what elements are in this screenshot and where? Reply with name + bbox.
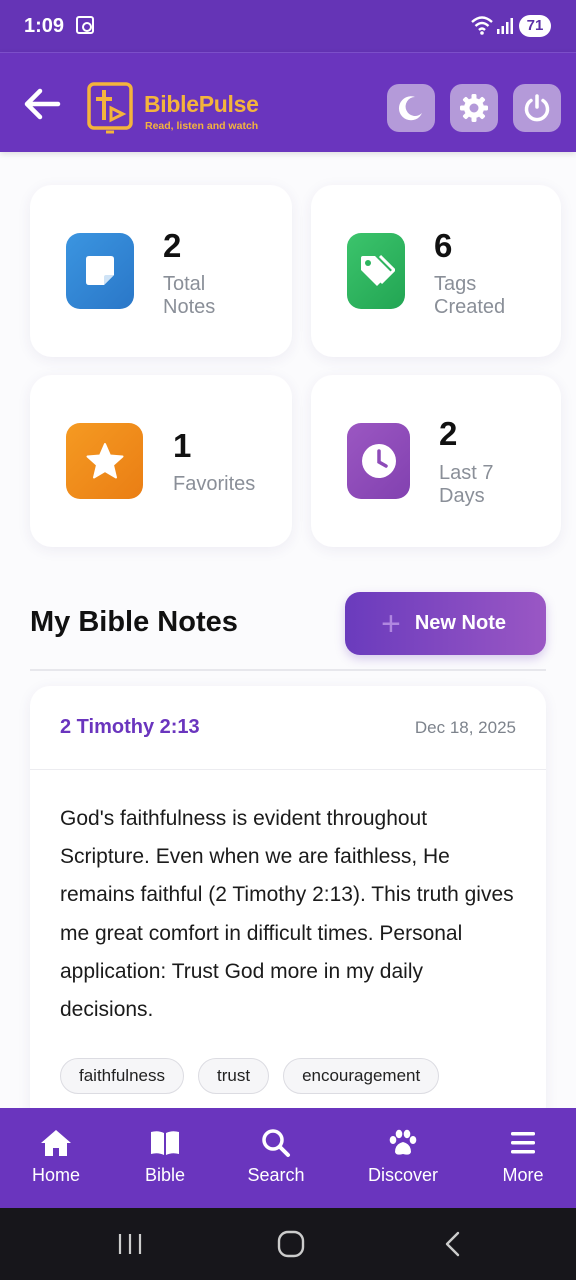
stat-value: 1 <box>173 427 192 464</box>
screenshot-indicator-icon <box>76 16 94 34</box>
stat-value: 2 <box>439 415 458 452</box>
home-icon <box>41 1130 71 1156</box>
nav-discover[interactable]: Discover <box>363 1108 443 1208</box>
bottom-navigation: Home Bible Search Discover More <box>0 1108 576 1208</box>
signal-icon <box>497 18 513 34</box>
battery-badge: 71 <box>519 15 551 37</box>
back-button-icon[interactable] <box>442 1230 464 1258</box>
clock-icon <box>347 423 410 499</box>
home-button-icon[interactable] <box>277 1230 305 1258</box>
section-divider <box>30 669 546 671</box>
star-icon <box>66 423 143 499</box>
nav-label: Bible <box>144 1165 186 1185</box>
moon-icon <box>398 96 422 121</box>
note-body: God's faithfulness is evident throughout… <box>60 807 514 1022</box>
app-header: BiblePulse Read, listen and watch <box>0 52 576 152</box>
stat-card-favorites[interactable]: 1 Favorites <box>30 375 292 547</box>
paw-icon <box>389 1129 417 1155</box>
gear-icon <box>460 94 488 122</box>
note-tags: faithfulness trust encouragement <box>60 1058 440 1094</box>
note-reference[interactable]: 2 Timothy 2:13 <box>60 716 200 739</box>
new-note-button[interactable]: + New Note <box>345 592 546 655</box>
tag-chip[interactable]: trust <box>198 1058 270 1094</box>
recent-apps-icon[interactable] <box>117 1232 143 1256</box>
power-icon <box>524 94 550 122</box>
stat-label: Favorites <box>173 473 256 495</box>
menu-icon <box>511 1132 535 1154</box>
stat-card-total-notes[interactable]: 2 Total Notes <box>30 185 292 357</box>
nav-label: Search <box>247 1165 305 1185</box>
brand-tagline: Read, listen and watch <box>145 120 259 132</box>
stat-value: 6 <box>434 227 453 264</box>
nav-search[interactable]: Search <box>236 1108 316 1208</box>
nav-label: Discover <box>367 1165 439 1185</box>
note-card[interactable]: 2 Timothy 2:13 Dec 18, 2025 God's faithf… <box>30 686 546 1126</box>
nav-label: More <box>502 1165 544 1185</box>
stat-card-tags-created[interactable]: 6 Tags Created <box>311 185 561 357</box>
stat-card-last-7-days[interactable]: 2 Last 7 Days <box>311 375 561 547</box>
card-divider <box>30 769 546 770</box>
status-bar: 1:09 71 <box>0 0 576 52</box>
settings-button[interactable] <box>450 84 498 132</box>
stat-label: Total Notes <box>163 273 216 318</box>
section-title: My Bible Notes <box>30 606 238 638</box>
back-arrow-icon[interactable] <box>22 87 62 121</box>
app-logo-icon <box>87 82 133 134</box>
nav-label: Home <box>31 1165 81 1185</box>
wifi-icon <box>471 16 493 35</box>
brand-name: BiblePulse <box>144 91 259 117</box>
nav-more[interactable]: More <box>483 1108 563 1208</box>
note-date: Dec 18, 2025 <box>414 718 516 737</box>
tag-chip[interactable]: faithfulness <box>60 1058 184 1094</box>
tag-chip[interactable]: encouragement <box>283 1058 440 1094</box>
book-icon <box>151 1131 179 1155</box>
dark-mode-button[interactable] <box>387 84 435 132</box>
stat-value: 2 <box>163 227 182 264</box>
plus-icon: + <box>381 604 401 643</box>
nav-bible[interactable]: Bible <box>125 1108 205 1208</box>
stat-label: Tags Created <box>434 273 506 318</box>
nav-home[interactable]: Home <box>16 1108 96 1208</box>
system-navigation-bar <box>0 1208 576 1280</box>
status-time: 1:09 <box>24 15 65 37</box>
search-icon <box>262 1129 290 1157</box>
logout-button[interactable] <box>513 84 561 132</box>
note-icon <box>66 233 134 309</box>
tag-icon <box>347 233 405 309</box>
stat-label: Last 7 Days <box>439 462 494 507</box>
new-note-label: New Note <box>414 612 506 634</box>
